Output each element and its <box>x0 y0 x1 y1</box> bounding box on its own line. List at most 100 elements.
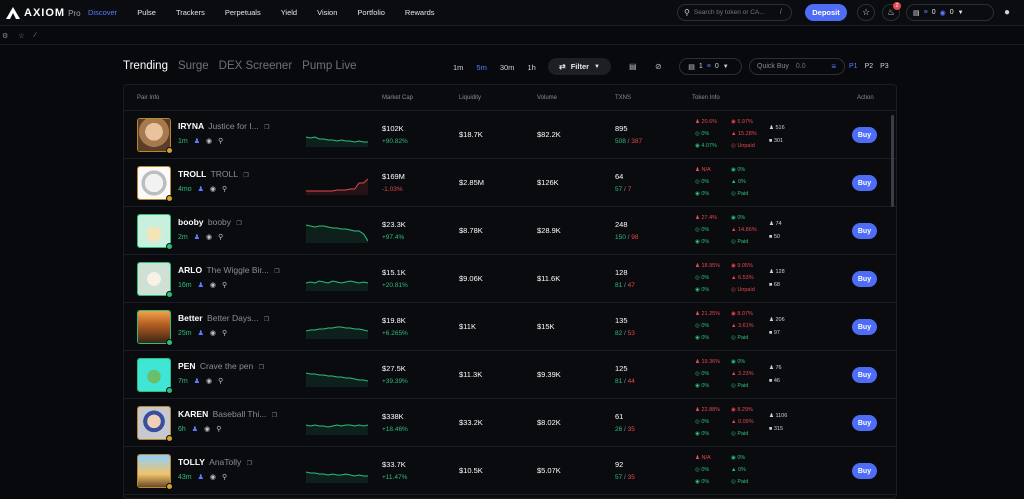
copy-icon[interactable]: ❐ <box>264 317 269 323</box>
watchlist-button[interactable]: ☆ <box>857 4 875 21</box>
community-icon[interactable]: ♟ <box>198 329 204 337</box>
search-icon[interactable]: ⚲ <box>218 137 223 145</box>
timeframe-5m[interactable]: 5m <box>476 63 486 72</box>
search-icon[interactable]: ⚲ <box>222 329 227 337</box>
tab-surge[interactable]: Surge <box>178 60 209 72</box>
token-name[interactable]: Better Better Days... ❐ <box>178 313 269 323</box>
website-icon[interactable]: ◉ <box>210 329 216 337</box>
token-avatar[interactable] <box>137 262 171 296</box>
search-icon[interactable]: ⚲ <box>218 233 223 241</box>
search-icon[interactable]: ⚲ <box>216 425 221 433</box>
token-avatar[interactable] <box>137 454 171 488</box>
token-name[interactable]: ARLO The Wiggle Bir... ❐ <box>178 265 280 275</box>
search-box[interactable]: ⚲ / <box>677 4 792 21</box>
copy-icon[interactable]: ❐ <box>259 365 264 371</box>
search-icon[interactable]: ⚲ <box>222 473 227 481</box>
buy-button[interactable]: Buy <box>852 271 877 287</box>
nav-vision[interactable]: Vision <box>317 8 337 17</box>
community-icon[interactable]: ♟ <box>198 473 204 481</box>
token-name[interactable]: PEN Crave the pen ❐ <box>178 361 264 371</box>
star-icon[interactable]: ☆ <box>18 32 24 40</box>
chart-icon[interactable]: ∕ <box>35 32 36 39</box>
website-icon[interactable]: ◉ <box>206 233 212 241</box>
nav-yield[interactable]: Yield <box>281 8 297 17</box>
token-avatar[interactable] <box>137 310 171 344</box>
preset-p1[interactable]: P1 <box>849 63 858 70</box>
settings-icon[interactable]: ⚙ <box>2 32 8 40</box>
quick-buy-input[interactable]: Quick Buy 0.0 ≡ <box>749 58 845 75</box>
nav-trackers[interactable]: Trackers <box>176 8 205 17</box>
nav-discover[interactable]: Discover <box>88 8 117 17</box>
copy-icon[interactable]: ❐ <box>247 461 252 467</box>
table-row[interactable]: booby booby ❐ 2m ♟ ◉ ⚲ $23.3K +97.4% $8.… <box>124 207 896 255</box>
column-market-cap[interactable]: Market Cap <box>382 95 413 101</box>
column-liquidity[interactable]: Liquidity <box>459 95 481 101</box>
community-icon[interactable]: ♟ <box>194 233 200 241</box>
buy-button[interactable]: Buy <box>852 319 877 335</box>
clipboard-icon[interactable]: ▤ <box>629 62 637 71</box>
tab-pump-live[interactable]: Pump Live <box>302 60 356 72</box>
search-icon[interactable]: ⚲ <box>222 281 227 289</box>
website-icon[interactable]: ◉ <box>210 281 216 289</box>
table-scrollbar[interactable] <box>891 115 894 207</box>
table-row[interactable]: TROLL TROLL ❐ 4mo ♟ ◉ ⚲ $169M -1.03% $2.… <box>124 159 896 207</box>
table-row[interactable]: ARLO The Wiggle Bir... ❐ 16m ♟ ◉ ⚲ $15.1… <box>124 255 896 303</box>
token-name[interactable]: TOLLY AnaTolly ❐ <box>178 457 252 467</box>
search-input[interactable] <box>693 9 776 16</box>
preset-p2[interactable]: P2 <box>865 63 874 70</box>
preset-counter[interactable]: ▤ 1 ≡ 0 ▼ <box>679 58 742 75</box>
table-row[interactable]: KAREN Baseball Thi... ❐ 6h ♟ ◉ ⚲ $338K +… <box>124 399 896 447</box>
nav-rewards[interactable]: Rewards <box>405 8 435 17</box>
profile-icon[interactable]: ● <box>1004 7 1010 18</box>
timeframe-1h[interactable]: 1h <box>527 63 535 72</box>
website-icon[interactable]: ◉ <box>206 137 212 145</box>
filter-button[interactable]: ⇄ Filter ▼ <box>548 58 611 75</box>
timeframe-30m[interactable]: 30m <box>500 63 515 72</box>
token-name[interactable]: IRYNA Justice for I... ❐ <box>178 121 270 131</box>
tab-dex-screener[interactable]: DEX Screener <box>219 60 293 72</box>
buy-button[interactable]: Buy <box>852 463 877 479</box>
quick-buy-value[interactable]: 0.0 <box>796 63 806 70</box>
table-row[interactable]: PEN Crave the pen ❐ 7m ♟ ◉ ⚲ $27.5K +39.… <box>124 351 896 399</box>
axiom-logo[interactable]: AXIOM Pro <box>6 6 88 19</box>
deposit-button[interactable]: Deposit <box>805 4 847 21</box>
token-avatar[interactable] <box>137 118 171 152</box>
token-name[interactable]: booby booby ❐ <box>178 217 242 227</box>
nav-portfolio[interactable]: Portfolio <box>357 8 385 17</box>
table-row[interactable]: Better Better Days... ❐ 25m ♟ ◉ ⚲ $19.8K… <box>124 303 896 351</box>
website-icon[interactable]: ◉ <box>204 425 210 433</box>
copy-icon[interactable]: ❐ <box>243 173 248 179</box>
nav-perpetuals[interactable]: Perpetuals <box>225 8 261 17</box>
token-avatar[interactable] <box>137 166 171 200</box>
copy-icon[interactable]: ❐ <box>274 269 279 275</box>
preset-p3[interactable]: P3 <box>880 63 889 70</box>
search-icon[interactable]: ⚲ <box>218 377 223 385</box>
buy-button[interactable]: Buy <box>852 175 877 191</box>
token-avatar[interactable] <box>137 406 171 440</box>
community-icon[interactable]: ♟ <box>198 281 204 289</box>
token-avatar[interactable] <box>137 214 171 248</box>
copy-icon[interactable]: ❐ <box>264 125 269 131</box>
buy-button[interactable]: Buy <box>852 127 877 143</box>
wallet-selector[interactable]: ▤ ≡ 0 ◉ 0 ▼ <box>906 4 994 21</box>
website-icon[interactable]: ◉ <box>210 473 216 481</box>
notifications-button[interactable]: ♨ 2 <box>882 2 901 21</box>
website-icon[interactable]: ◉ <box>206 377 212 385</box>
token-name[interactable]: TROLL TROLL ❐ <box>178 169 249 179</box>
hide-icon[interactable]: ⊘ <box>655 62 662 71</box>
token-avatar[interactable] <box>137 358 171 392</box>
website-icon[interactable]: ◉ <box>210 185 216 193</box>
column-volume[interactable]: Volume <box>537 95 557 101</box>
timeframe-1m[interactable]: 1m <box>453 63 463 72</box>
buy-button[interactable]: Buy <box>852 367 877 383</box>
buy-button[interactable]: Buy <box>852 415 877 431</box>
table-row[interactable]: TOLLY AnaTolly ❐ 43m ♟ ◉ ⚲ $33.7K +11.47… <box>124 447 896 495</box>
buy-button[interactable]: Buy <box>852 223 877 239</box>
copy-icon[interactable]: ❐ <box>272 413 277 419</box>
community-icon[interactable]: ♟ <box>194 137 200 145</box>
table-row[interactable]: IRYNA Justice for I... ❐ 1m ♟ ◉ ⚲ $102K … <box>124 111 896 159</box>
search-icon[interactable]: ⚲ <box>222 185 227 193</box>
copy-icon[interactable]: ❐ <box>236 221 241 227</box>
community-icon[interactable]: ♟ <box>198 185 204 193</box>
column-txns[interactable]: TXNS <box>615 95 631 101</box>
